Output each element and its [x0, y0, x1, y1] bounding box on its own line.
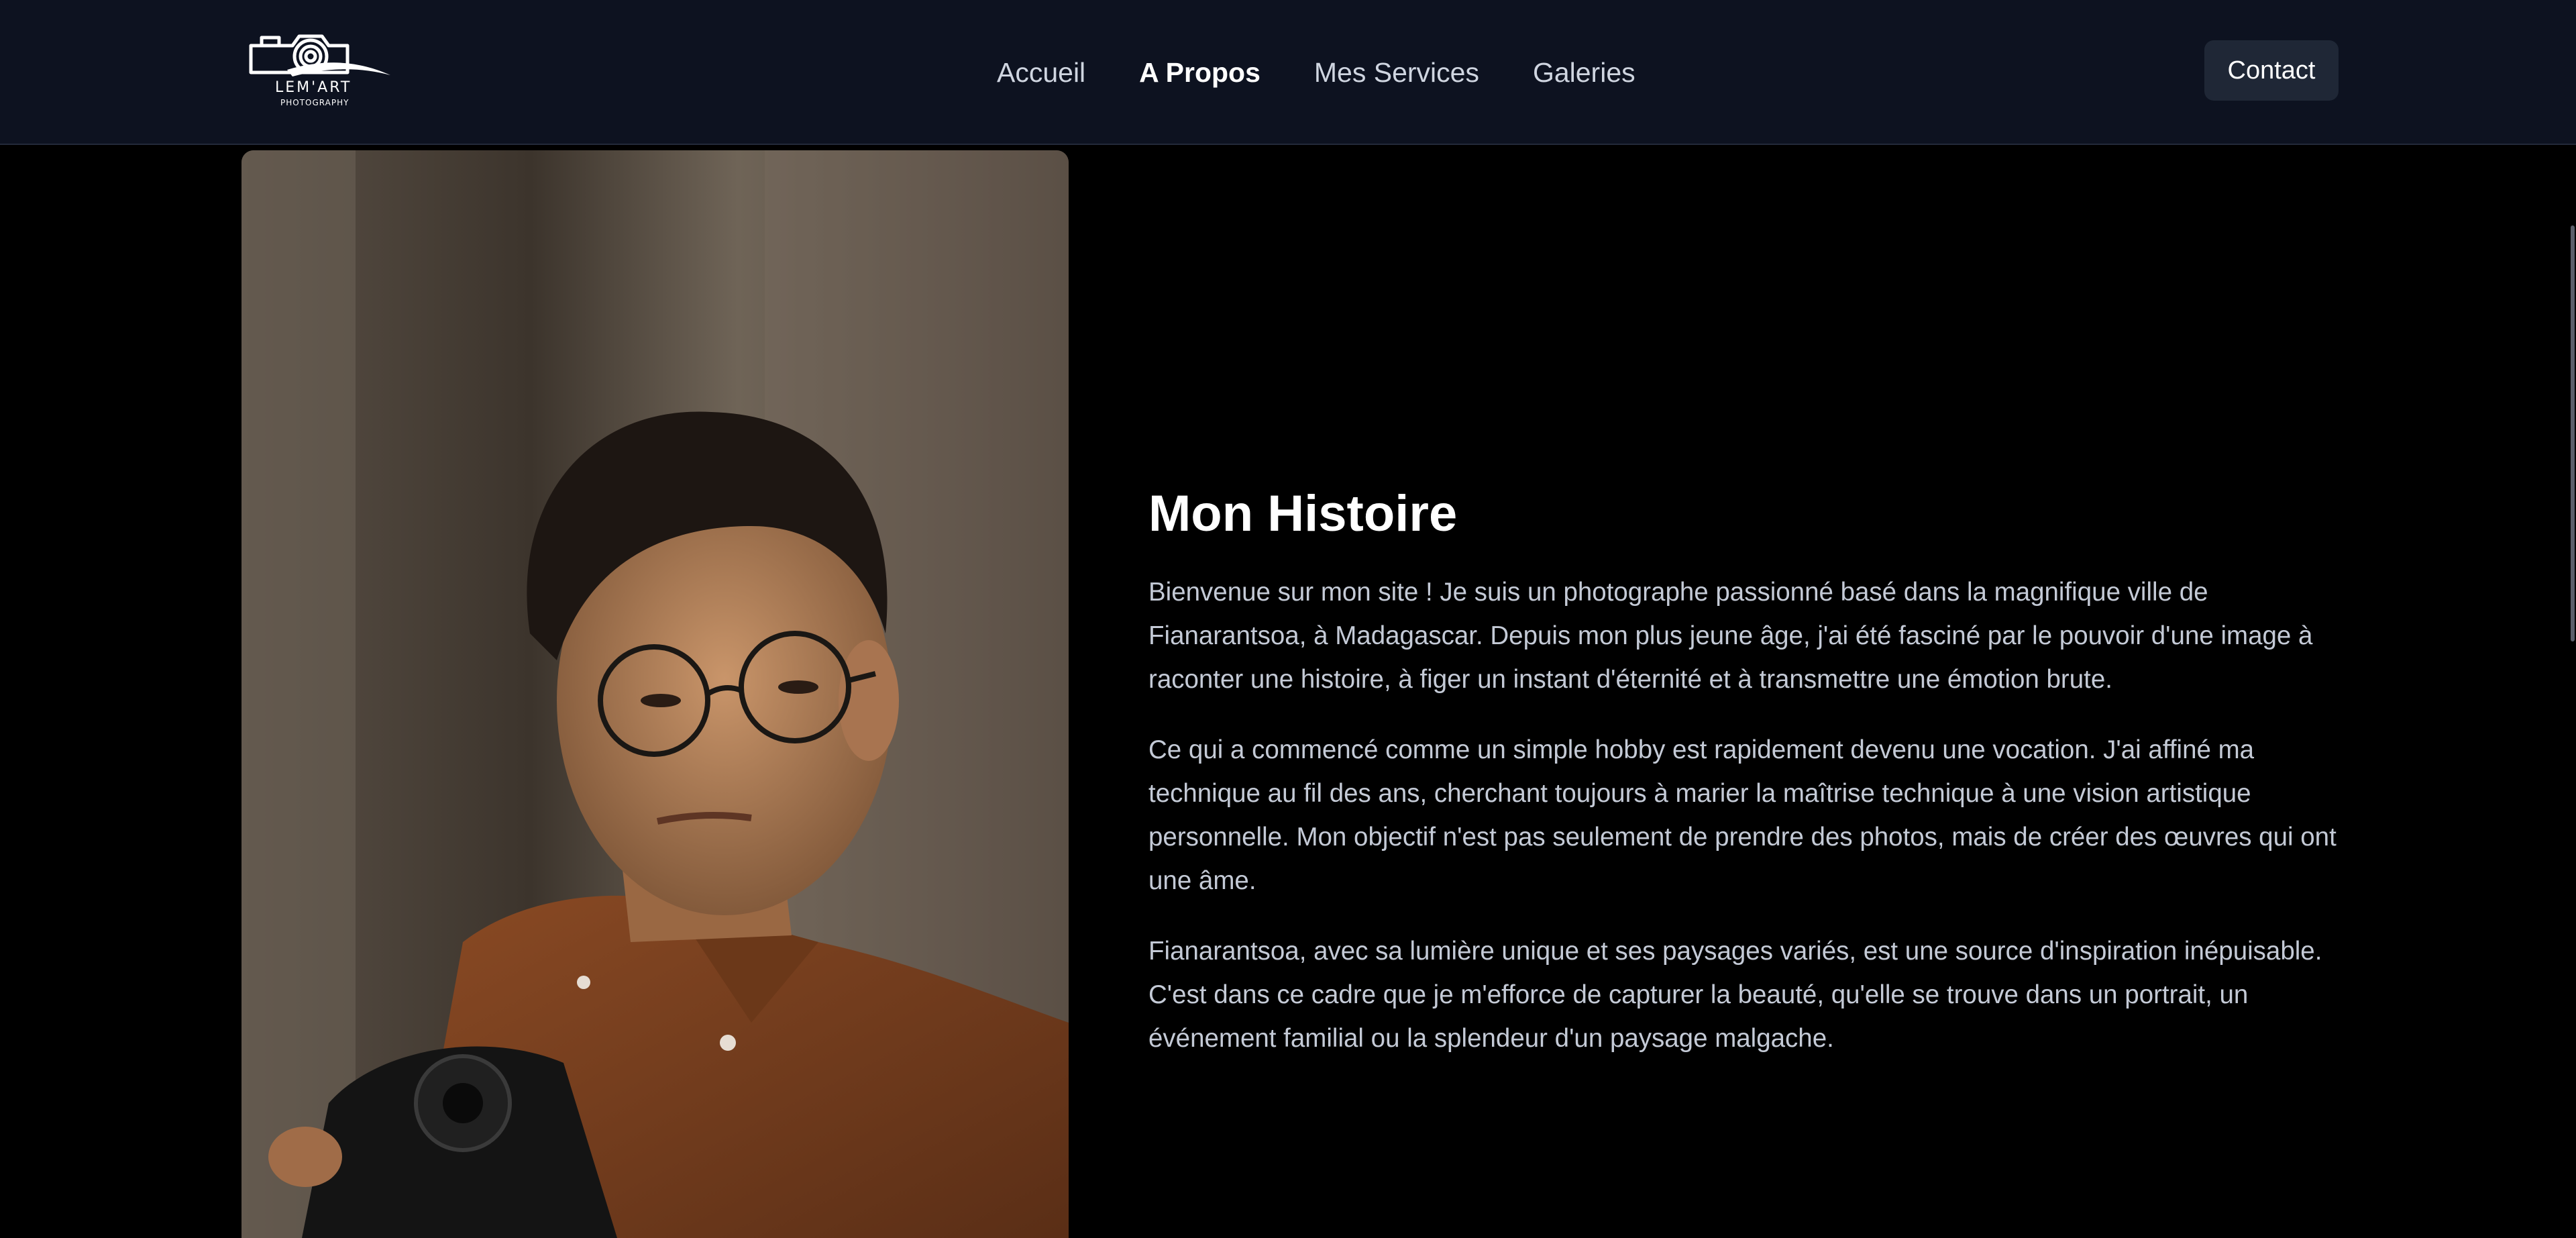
- story-title: Mon Histoire: [1148, 485, 1458, 542]
- page-scrollbar-thumb[interactable]: [2571, 225, 2575, 641]
- nav-item-a-propos[interactable]: A Propos: [1139, 55, 1260, 90]
- camera-logo-icon: [249, 34, 390, 76]
- story-paragraph-1: Bienvenue sur mon site ! Je suis un phot…: [1148, 578, 2313, 694]
- photographer-portrait: [241, 150, 1069, 1238]
- brand-name: LEM'ART: [275, 79, 352, 96]
- nav-item-mes-services[interactable]: Mes Services: [1314, 55, 1479, 90]
- brand-logo[interactable]: LEM'ART PHOTOGRAPHY: [247, 23, 392, 110]
- story-paragraph-2: Ce qui a commencé comme un simple hobby …: [1148, 735, 2337, 895]
- contact-button[interactable]: Contact: [2204, 40, 2339, 101]
- main-nav: Accueil A Propos Mes Services Galeries: [997, 55, 1635, 90]
- site-header: LEM'ART PHOTOGRAPHY Accueil A Propos Mes…: [0, 0, 2576, 145]
- nav-item-accueil[interactable]: Accueil: [997, 55, 1085, 90]
- nav-item-galeries[interactable]: Galeries: [1533, 55, 1635, 90]
- brand-tagline: PHOTOGRAPHY: [280, 98, 350, 107]
- story-paragraph-3: Fianarantsoa, avec sa lumière unique et …: [1148, 937, 2322, 1053]
- portrait-image: [241, 150, 1069, 1238]
- about-story-section: Mon Histoire Bienvenue sur mon site ! Je…: [1148, 479, 2349, 1087]
